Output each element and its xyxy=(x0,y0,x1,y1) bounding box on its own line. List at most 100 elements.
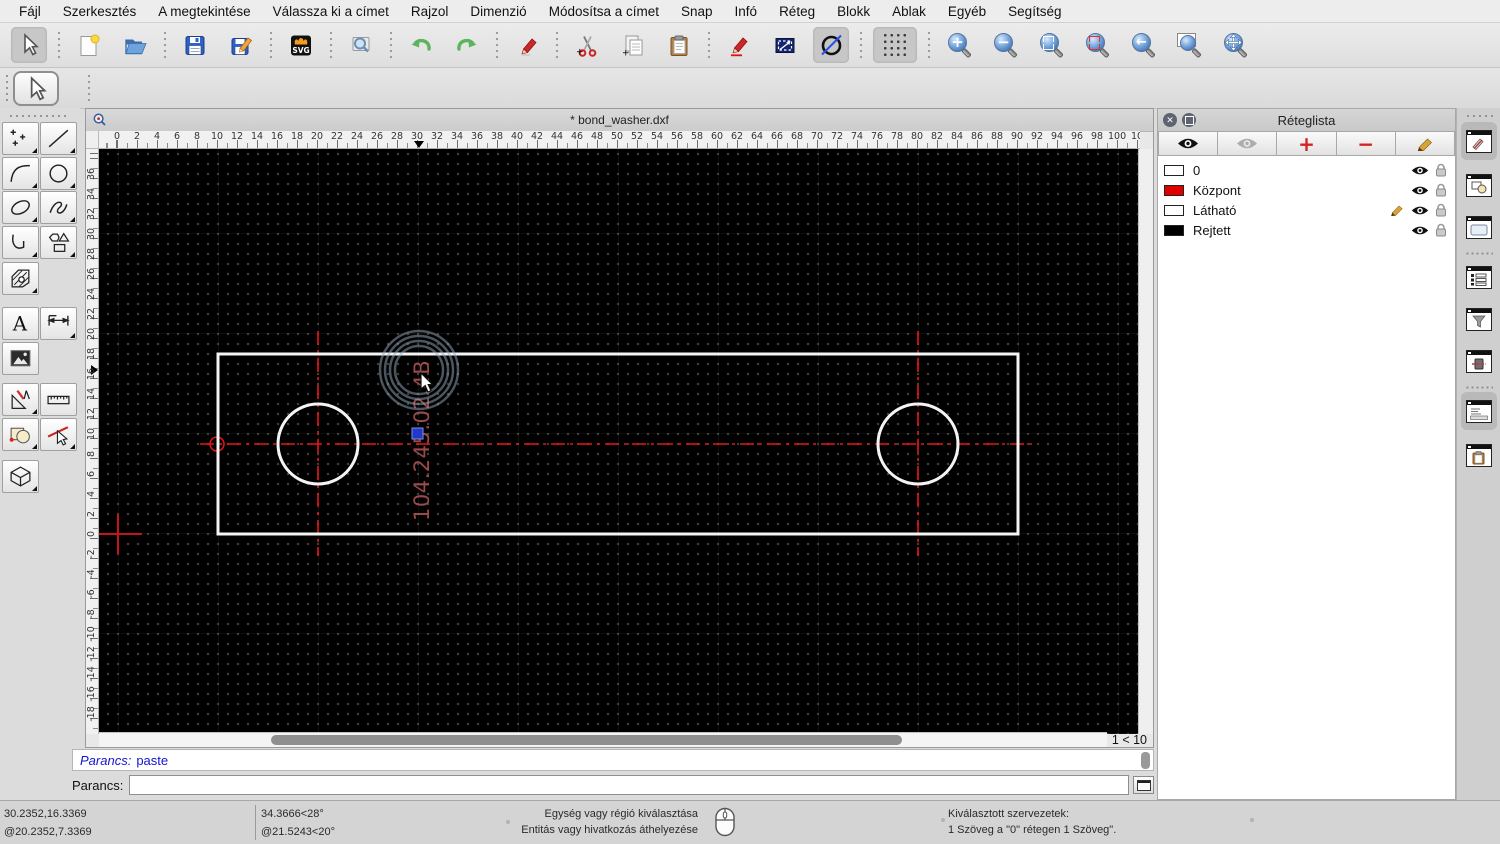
layer-row[interactable]: Rejtett xyxy=(1158,220,1455,240)
zoom-out-button[interactable]: − xyxy=(987,27,1023,63)
close-panel-button[interactable]: ✕ xyxy=(1163,113,1177,127)
menu-item[interactable]: A megtekintése xyxy=(147,4,261,19)
horizontal-scrollbar[interactable] xyxy=(99,732,1107,747)
palette-drag-handle[interactable] xyxy=(8,113,70,119)
layer-lock-icon[interactable] xyxy=(1435,163,1447,177)
tool-line-button[interactable] xyxy=(40,122,77,155)
layer-visibility-icon[interactable] xyxy=(1411,165,1429,176)
print-preview-button[interactable] xyxy=(343,27,379,63)
menu-item[interactable]: Blokk xyxy=(826,4,881,19)
tool-modify-button[interactable] xyxy=(2,383,39,416)
command-line-widget-button[interactable] xyxy=(1461,392,1497,430)
copy-button[interactable]: + xyxy=(615,27,651,63)
edit-layer-button[interactable] xyxy=(1395,131,1456,156)
tool-image-button[interactable] xyxy=(2,342,39,375)
menu-item[interactable]: Dimenzió xyxy=(459,4,537,19)
history-scrollbar[interactable] xyxy=(1141,752,1150,769)
tool-measure-button[interactable] xyxy=(40,383,77,416)
layer-lock-icon[interactable] xyxy=(1435,223,1447,237)
show-all-layers-button[interactable] xyxy=(1158,131,1219,156)
svg-export-button[interactable]: SVG xyxy=(283,27,319,63)
select-button[interactable] xyxy=(11,27,47,63)
hide-all-layers-button[interactable] xyxy=(1218,131,1278,156)
menu-item[interactable]: Fájl xyxy=(8,4,52,19)
tool-arc-button[interactable] xyxy=(2,157,39,190)
delete-button[interactable] xyxy=(509,27,545,63)
layer-lock-icon[interactable] xyxy=(1435,203,1447,217)
layer-visibility-icon[interactable] xyxy=(1411,225,1429,236)
tool-text-button[interactable]: A xyxy=(2,307,39,340)
scrollbar-thumb[interactable] xyxy=(271,735,902,745)
new-document-button[interactable] xyxy=(71,27,107,63)
tool-polyline-button[interactable] xyxy=(2,226,39,259)
deselect-window-button[interactable] xyxy=(767,27,803,63)
selection-pointer-button[interactable] xyxy=(13,71,59,106)
tool-spline-button[interactable] xyxy=(40,191,77,224)
menu-item[interactable]: Infó xyxy=(724,4,769,19)
menu-item[interactable]: Réteg xyxy=(768,4,826,19)
menu-item[interactable]: Egyéb xyxy=(937,4,997,19)
menu-item[interactable]: Módosítsa a címet xyxy=(538,4,670,19)
tool-circle-button[interactable] xyxy=(40,157,77,190)
command-input[interactable] xyxy=(129,775,1129,795)
tool-polygon-button[interactable] xyxy=(40,226,77,259)
clipboard-widget-button[interactable] xyxy=(1461,436,1497,474)
menu-item[interactable]: Snap xyxy=(670,4,724,19)
vertical-scrollbar[interactable] xyxy=(1138,149,1153,734)
toolbar-drag-handle[interactable] xyxy=(4,73,10,103)
selection-handle[interactable] xyxy=(411,427,424,440)
add-layer-button[interactable]: + xyxy=(1277,131,1337,156)
remove-layer-button[interactable]: − xyxy=(1336,131,1396,156)
tool-points-button[interactable] xyxy=(2,122,39,155)
arc-icon xyxy=(10,164,30,182)
redo-button[interactable] xyxy=(449,27,485,63)
layer-list-widget-button[interactable] xyxy=(1461,122,1497,160)
layer-row[interactable]: Látható xyxy=(1158,200,1455,220)
tool-solid-button[interactable] xyxy=(2,460,39,493)
layer-visibility-icon[interactable] xyxy=(1411,205,1429,216)
command-options-button[interactable] xyxy=(1133,776,1154,794)
save-as-button[interactable] xyxy=(223,27,259,63)
trim-icon xyxy=(9,427,30,444)
undo-button[interactable] xyxy=(403,27,439,63)
open-button[interactable] xyxy=(117,27,153,63)
block-list-widget-button[interactable] xyxy=(1461,166,1497,204)
pen-palette-widget-button[interactable] xyxy=(1461,342,1497,380)
tool-hatch-button[interactable] xyxy=(2,262,39,295)
menu-item[interactable]: Segítség xyxy=(997,4,1072,19)
paste-button[interactable] xyxy=(661,27,697,63)
ruler-label: -18 xyxy=(86,706,97,722)
layer-row[interactable]: 0 xyxy=(1158,160,1455,180)
tool-select-entity-button[interactable] xyxy=(40,418,77,451)
drawing-window-titlebar[interactable]: * bond_washer.dxf xyxy=(86,109,1153,132)
selection-filter-widget-button[interactable] xyxy=(1461,300,1497,338)
entity-list-widget-button[interactable] xyxy=(1461,258,1497,296)
layer-panel-titlebar[interactable]: ✕ Réteglista xyxy=(1158,109,1455,132)
zoom-previous-button[interactable]: ← xyxy=(1125,27,1161,63)
mini-window-icon xyxy=(1136,779,1151,791)
tool-dimension-button[interactable] xyxy=(40,307,77,340)
zoom-in-button[interactable]: + xyxy=(941,27,977,63)
zoom-window-button[interactable] xyxy=(1171,27,1207,63)
zoom-pan-button[interactable] xyxy=(1217,27,1253,63)
layer-lock-icon[interactable] xyxy=(1435,183,1447,197)
cut-button[interactable]: + xyxy=(569,27,605,63)
menu-item[interactable]: Ablak xyxy=(881,4,937,19)
tool-ellipse-button[interactable] xyxy=(2,191,39,224)
dock-drag-handle[interactable] xyxy=(1465,113,1493,119)
float-panel-button[interactable] xyxy=(1182,113,1196,127)
menu-item[interactable]: Rajzol xyxy=(400,4,460,19)
grid-toggle-button[interactable] xyxy=(873,27,917,63)
circle-tool-button[interactable] xyxy=(813,27,849,63)
library-browser-widget-button[interactable] xyxy=(1461,208,1497,246)
menu-item[interactable]: Válassza ki a címet xyxy=(262,4,400,19)
tool-trim-button[interactable] xyxy=(2,418,39,451)
zoom-selected-button[interactable] xyxy=(1079,27,1115,63)
menu-item[interactable]: Szerkesztés xyxy=(52,4,148,19)
save-button[interactable] xyxy=(177,27,213,63)
draw-pen-button[interactable] xyxy=(721,27,757,63)
drawing-canvas[interactable]: 104.245.02.4B xyxy=(99,149,1140,734)
layer-row[interactable]: Központ xyxy=(1158,180,1455,200)
zoom-auto-button[interactable] xyxy=(1033,27,1069,63)
layer-visibility-icon[interactable] xyxy=(1411,185,1429,196)
